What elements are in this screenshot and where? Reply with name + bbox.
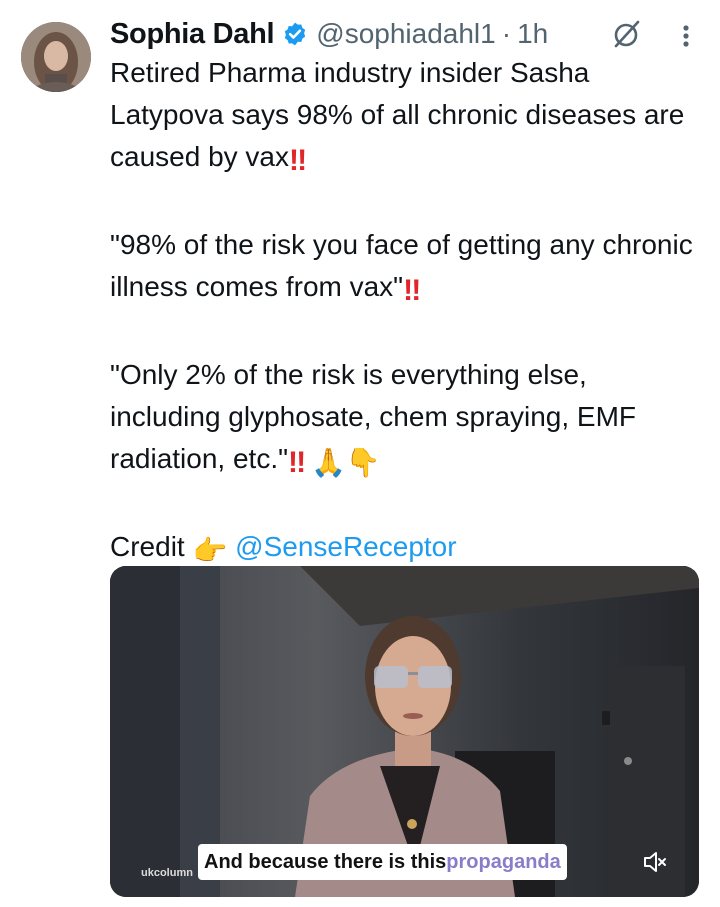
author-handle[interactable]: @sophiadahl1 (316, 18, 495, 50)
pointing-down-emoji: 👇 (345, 447, 381, 478)
timestamp[interactable]: 1h (517, 18, 548, 50)
volume-muted-icon[interactable] (642, 850, 668, 874)
paragraph-2: "98% of the risk you face of getting any… (110, 224, 700, 312)
tweet-text: Retired Pharma industry insider Sasha La… (110, 52, 700, 572)
video-caption: And because there is this propaganda (198, 844, 567, 880)
grok-icon[interactable] (611, 18, 643, 50)
double-exclamation-emoji: ‼ (288, 446, 306, 479)
tweet-header: Sophia Dahl @sophiadahl1 · 1h (110, 12, 548, 56)
avatar[interactable] (21, 22, 91, 92)
mention-link[interactable]: @SenseReceptor (235, 531, 456, 562)
double-exclamation-emoji: ‼ (289, 144, 307, 177)
double-exclamation-emoji: ‼ (403, 274, 421, 307)
more-options-icon[interactable] (676, 22, 696, 50)
video-player[interactable]: ukcolumn And because there is this propa… (110, 566, 699, 897)
paragraph-1: Retired Pharma industry insider Sasha La… (110, 52, 700, 182)
video-watermark: ukcolumn (141, 867, 193, 879)
separator-dot: · (501, 18, 512, 49)
folded-hands-emoji: 🙏 (310, 447, 346, 478)
verified-badge-icon (282, 21, 308, 47)
tweet[interactable]: Sophia Dahl @sophiadahl1 · 1h Retired Ph… (0, 0, 720, 907)
author-display-name[interactable]: Sophia Dahl (110, 18, 275, 51)
paragraph-3: "Only 2% of the risk is everything else,… (110, 354, 700, 484)
